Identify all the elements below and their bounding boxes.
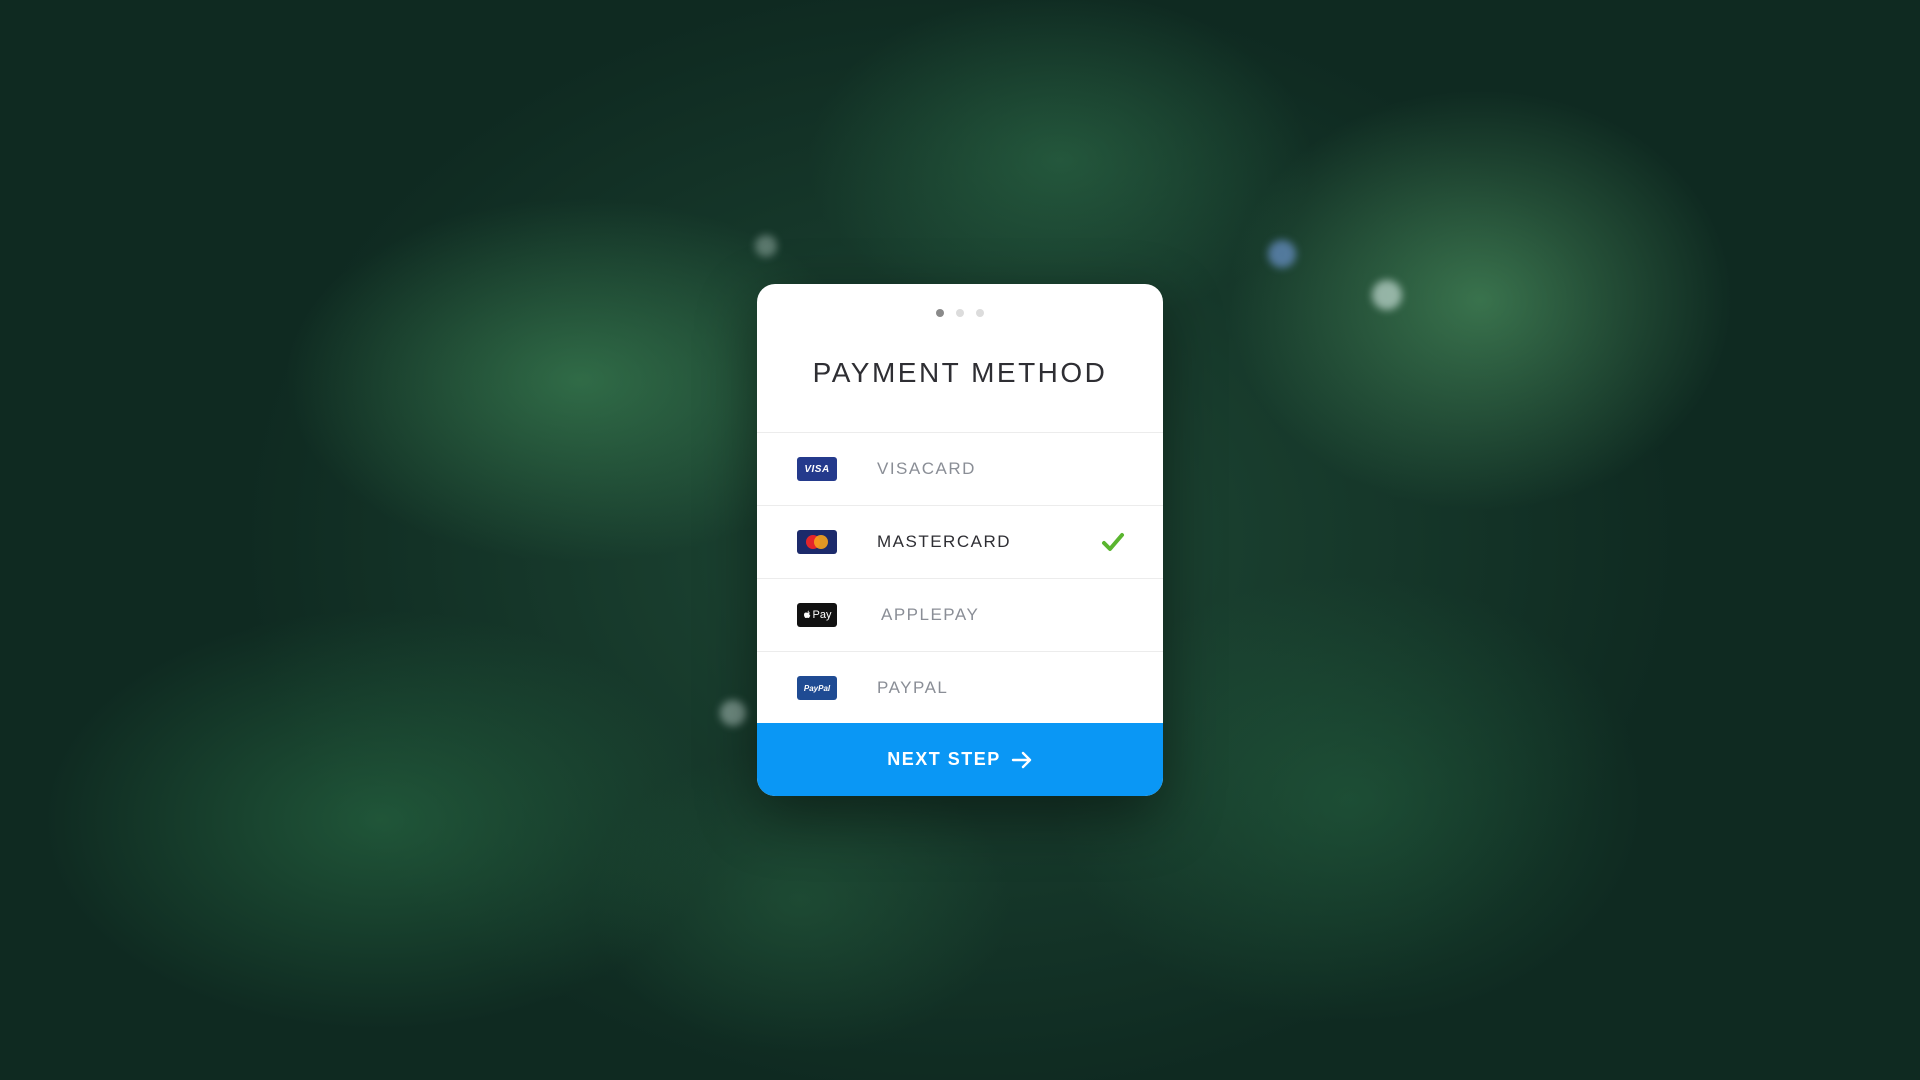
payment-option-paypal[interactable]: PayPal PAYPAL (757, 652, 1163, 724)
background-glint (1372, 280, 1402, 310)
step-indicator (757, 309, 1163, 317)
payment-options-list: VISA VISACARD MASTERCARD Pay APPLEPAY Pa… (757, 432, 1163, 724)
page-title: PAYMENT METHOD (812, 357, 1108, 388)
paypal-logo-icon: PayPal (797, 676, 837, 700)
payment-option-applepay[interactable]: Pay APPLEPAY (757, 579, 1163, 652)
payment-option-label: APPLEPAY (881, 605, 980, 624)
applepay-logo-icon: Pay (797, 603, 837, 627)
payment-option-label: VISACARD (877, 459, 976, 478)
payment-method-card: PAYMENT METHOD VISA VISACARD MASTERCARD (757, 284, 1163, 796)
next-step-label: NEXT STEP (887, 749, 1001, 769)
mastercard-logo-icon (797, 530, 837, 554)
apple-icon (803, 610, 810, 618)
background-glint (755, 235, 777, 257)
payment-option-visacard[interactable]: VISA VISACARD (757, 433, 1163, 506)
arrow-right-icon (1011, 751, 1031, 768)
step-dot-2 (956, 309, 964, 317)
payment-option-label: PAYPAL (877, 678, 949, 697)
next-step-button[interactable]: NEXT STEP (757, 723, 1163, 796)
check-icon (1102, 533, 1124, 551)
background-glint (720, 700, 746, 726)
step-dot-1 (936, 309, 944, 317)
background-glint (1268, 240, 1296, 268)
applepay-logo-text: Pay (812, 609, 832, 621)
payment-option-mastercard[interactable]: MASTERCARD (757, 506, 1163, 579)
mastercard-circles-icon (806, 535, 828, 549)
payment-option-label: MASTERCARD (877, 532, 1012, 551)
step-dot-3 (976, 309, 984, 317)
visa-logo-icon: VISA (797, 457, 837, 481)
